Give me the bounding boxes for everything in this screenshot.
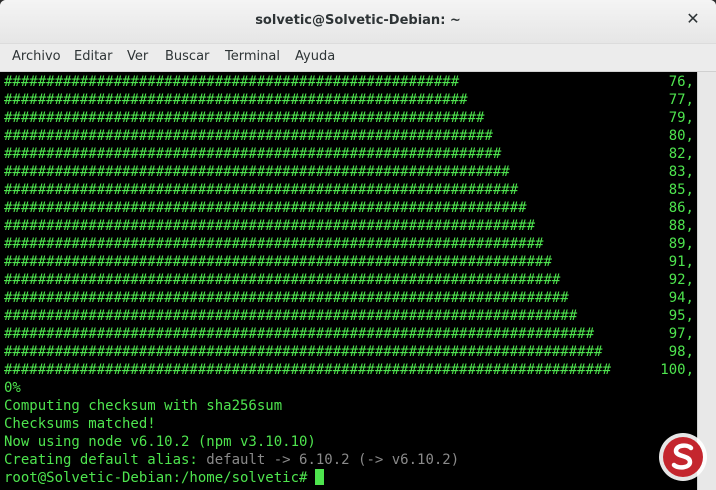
alias-detail: default -> 6.10.2 (-> v6.10.2): [206, 452, 460, 468]
progress-percent: 95,: [668, 308, 694, 324]
scrollbar[interactable]: [697, 72, 716, 490]
menu-editar[interactable]: Editar: [74, 49, 113, 64]
text-cursor: [315, 469, 325, 485]
alias-line: Creating default alias: default -> 6.10.…: [4, 451, 459, 469]
output-line: Checksums matched!: [4, 416, 156, 432]
menu-ayuda[interactable]: Ayuda: [295, 49, 335, 64]
menu-buscar[interactable]: Buscar: [165, 49, 209, 64]
progress-percent: 89,: [668, 236, 694, 252]
menu-archivo[interactable]: Archivo: [12, 49, 61, 64]
progress-row: ########################################…: [4, 182, 519, 198]
progress-row: ########################################…: [4, 272, 561, 288]
progress-percent: 76,: [668, 74, 694, 90]
progress-percent: 100,: [660, 362, 694, 378]
progress-row: ########################################…: [4, 128, 493, 144]
progress-row: ########################################…: [4, 92, 468, 108]
progress-percent: 97,: [668, 326, 694, 342]
menu-bar: Archivo Editar Ver Buscar Terminal Ayuda: [0, 44, 716, 72]
window-title: solvetic@Solvetic-Debian: ~: [255, 13, 461, 28]
progress-row: ########################################…: [4, 236, 544, 252]
output-line: Now using node v6.10.2 (npm v3.10.10): [4, 434, 316, 450]
prompt-text: root@Solvetic-Debian:/home/solvetic#: [4, 470, 308, 486]
progress-row: ########################################…: [4, 110, 485, 126]
progress-percent: 94,: [668, 290, 694, 306]
progress-row: ########################################…: [4, 362, 611, 378]
progress-percent: 91,: [668, 254, 694, 270]
progress-row: ########################################…: [4, 326, 595, 342]
terminal-output[interactable]: ########################################…: [0, 72, 698, 490]
progress-percent: 83,: [668, 164, 694, 180]
menu-ver[interactable]: Ver: [127, 49, 148, 64]
alias-prefix: Creating default alias:: [4, 452, 207, 468]
close-icon[interactable]: ✕: [684, 10, 702, 28]
progress-percent: 77,: [668, 92, 694, 108]
terminal-window: solvetic@Solvetic-Debian: ~ ✕ Archivo Ed…: [0, 0, 716, 490]
progress-percent: 98,: [668, 344, 694, 360]
progress-row: ########################################…: [4, 74, 460, 90]
solvetic-logo-icon: [659, 433, 707, 481]
progress-percent: 92,: [668, 272, 694, 288]
progress-row: ########################################…: [4, 308, 578, 324]
output-line: 0%: [4, 380, 21, 396]
progress-row: ########################################…: [4, 344, 603, 360]
progress-percent: 80,: [668, 128, 694, 144]
progress-row: ########################################…: [4, 146, 502, 162]
progress-row: ########################################…: [4, 164, 510, 180]
menu-terminal[interactable]: Terminal: [225, 49, 280, 64]
progress-percent: 82,: [668, 146, 694, 162]
progress-row: ########################################…: [4, 254, 552, 270]
progress-percent: 88,: [668, 218, 694, 234]
progress-row: ########################################…: [4, 290, 569, 306]
progress-percent: 85,: [668, 182, 694, 198]
progress-row: ########################################…: [4, 218, 536, 234]
shell-prompt[interactable]: root@Solvetic-Debian:/home/solvetic#: [4, 469, 325, 487]
progress-percent: 79,: [668, 110, 694, 126]
output-line: Computing checksum with sha256sum: [4, 398, 283, 414]
progress-row: ########################################…: [4, 200, 527, 216]
title-bar[interactable]: solvetic@Solvetic-Debian: ~ ✕: [0, 0, 716, 44]
progress-percent: 86,: [668, 200, 694, 216]
